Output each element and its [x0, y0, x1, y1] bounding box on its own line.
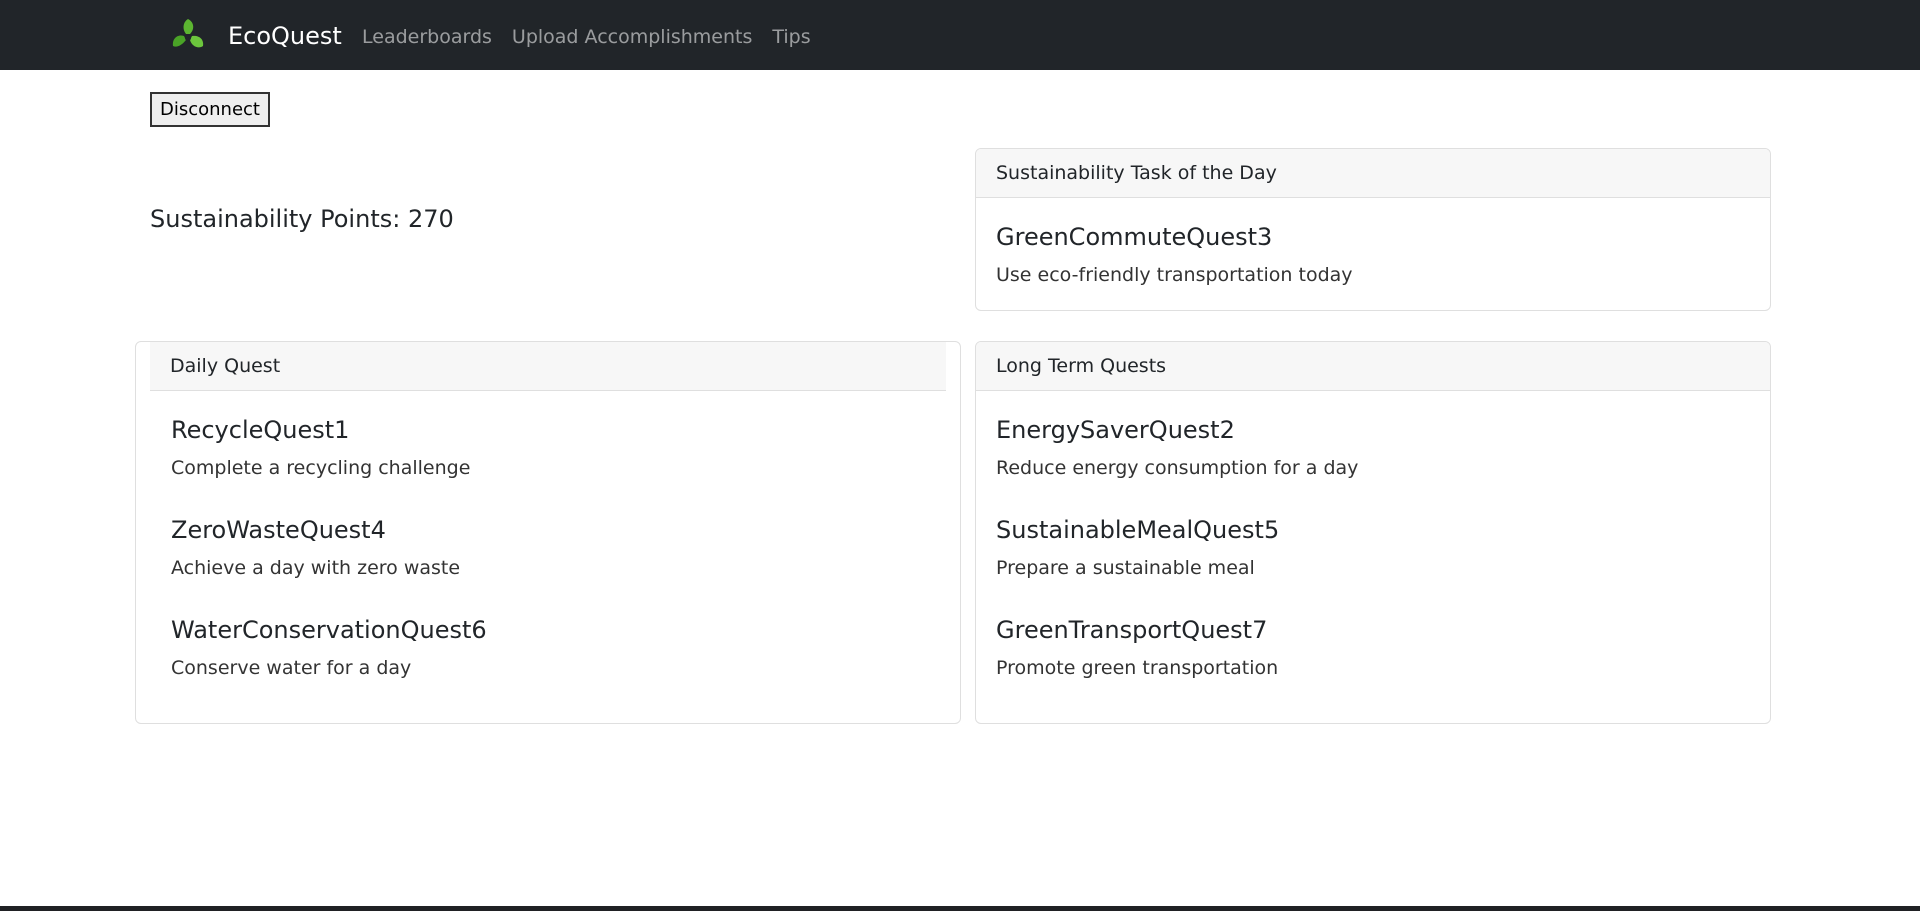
quest-description: Complete a recycling challenge [171, 457, 471, 479]
nav-link-tips[interactable]: Tips [772, 22, 810, 52]
task-of-the-day-card: Sustainability Task of the Day GreenComm… [975, 148, 1771, 311]
nav-links: Leaderboards Upload Accomplishments Tips [362, 22, 811, 52]
nav-link-upload-accomplishments[interactable]: Upload Accomplishments [512, 22, 752, 52]
quest-description: Achieve a day with zero waste [171, 557, 461, 579]
quest-title: SustainableMealQuest5 [996, 516, 1280, 544]
quest-description: Conserve water for a day [171, 657, 412, 679]
list-item: ZeroWasteQuest4 Achieve a day with zero … [136, 515, 960, 581]
brand-name: EcoQuest [228, 22, 342, 50]
bottom-edge-bar [0, 906, 1920, 911]
list-item: EnergySaverQuest2 Reduce energy consumpt… [976, 415, 1770, 481]
long-term-quests-card: Long Term Quests EnergySaverQuest2 Reduc… [975, 341, 1771, 724]
quest-title: EnergySaverQuest2 [996, 416, 1235, 444]
task-of-the-day-header: Sustainability Task of the Day [976, 149, 1770, 198]
quest-title: GreenTransportQuest7 [996, 616, 1268, 644]
recycle-leaves-icon [172, 19, 204, 48]
quest-title: ZeroWasteQuest4 [171, 516, 386, 544]
list-item: RecycleQuest1 Complete a recycling chall… [136, 415, 960, 481]
quest-title: GreenCommuteQuest3 [996, 223, 1273, 251]
navbar: EcoQuest Leaderboards Upload Accomplishm… [0, 0, 1920, 70]
sustainability-points: Sustainability Points: 270 [150, 205, 454, 233]
quest-description: Use eco-friendly transportation today [996, 264, 1353, 286]
disconnect-button[interactable]: Disconnect [150, 92, 270, 127]
daily-quest-card: Daily Quest RecycleQuest1 Complete a rec… [135, 341, 961, 724]
list-item: SustainableMealQuest5 Prepare a sustaina… [976, 515, 1770, 581]
nav-link-leaderboards[interactable]: Leaderboards [362, 22, 492, 52]
quest-description: Promote green transportation [996, 657, 1279, 679]
list-item: WaterConservationQuest6 Conserve water f… [136, 615, 960, 681]
quest-title: RecycleQuest1 [171, 416, 350, 444]
quest-title: WaterConservationQuest6 [171, 616, 487, 644]
long-term-quests-header: Long Term Quests [976, 342, 1770, 391]
quest-description: Reduce energy consumption for a day [996, 457, 1359, 479]
quest-description: Prepare a sustainable meal [996, 557, 1255, 579]
daily-quest-header: Daily Quest [150, 342, 946, 391]
task-of-the-day-quest: GreenCommuteQuest3 Use eco-friendly tran… [976, 222, 1770, 288]
brand-link[interactable]: EcoQuest [168, 16, 342, 56]
list-item: GreenTransportQuest7 Promote green trans… [976, 615, 1770, 681]
